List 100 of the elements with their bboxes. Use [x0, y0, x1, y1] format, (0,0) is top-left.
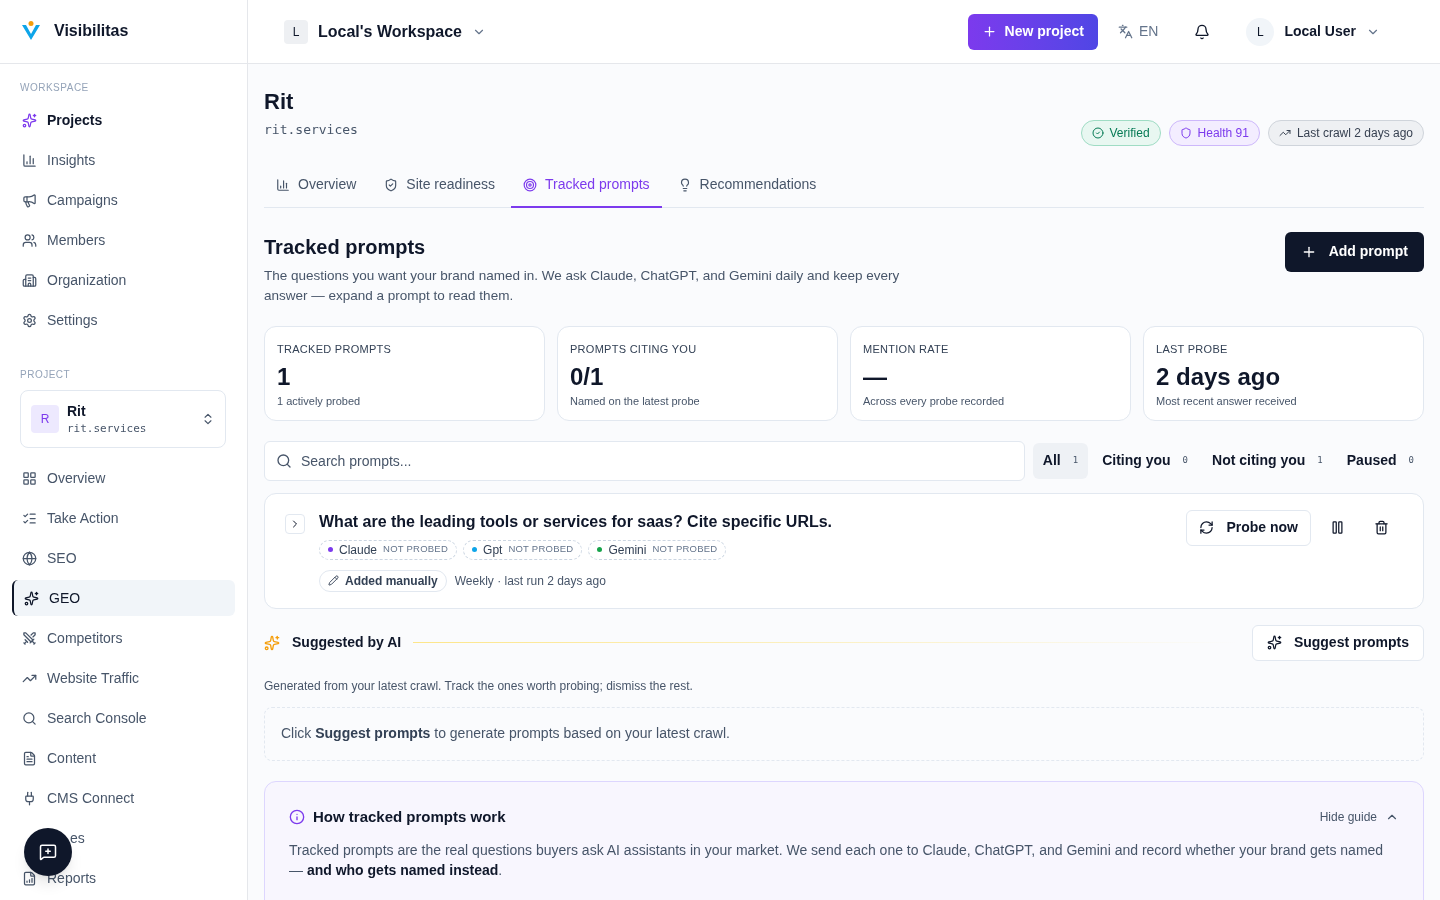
language-button[interactable]: EN — [1117, 21, 1159, 42]
grid-icon — [22, 470, 37, 486]
expand-button[interactable] — [285, 513, 305, 534]
building-icon — [22, 273, 37, 288]
brand-name: Visibilitas — [54, 21, 129, 42]
sparkles-icon — [22, 113, 37, 128]
sidebar-item[interactable]: CMS Connect — [12, 780, 235, 816]
sidebar-item[interactable]: Settings — [12, 302, 235, 339]
check-circle-icon — [1091, 126, 1104, 139]
probe-now-button[interactable]: Probe now — [1186, 509, 1311, 546]
trash-icon — [1373, 520, 1389, 535]
refresh-icon — [1199, 520, 1215, 535]
tab[interactable]: Overview — [264, 163, 369, 208]
project-name: Rit — [67, 401, 87, 421]
section-description: The questions you want your brand named in. We ask Claude, ChatGPT, and Gemini daily and keep every answer — expand a prompt to read them. — [264, 266, 901, 305]
stat-note: Named on the latest probe — [570, 394, 701, 409]
sidebar-item[interactable]: Competitors — [12, 620, 235, 656]
new-project-button[interactable]: New project — [967, 13, 1098, 50]
filter-tab[interactable]: Not citing you 1 — [1202, 442, 1333, 479]
tab[interactable]: Tracked prompts — [511, 163, 662, 208]
schedule-text: Weekly · last run 2 days ago — [454, 572, 606, 590]
add-prompt-button[interactable]: Add prompt — [1284, 231, 1424, 272]
project-avatar: R — [31, 404, 59, 433]
filter-count: 0 — [1408, 453, 1414, 467]
plus-icon — [981, 24, 997, 39]
stat-label: TRACKED PROMPTS — [277, 341, 393, 357]
sidebar-item[interactable]: Insights — [12, 142, 235, 179]
bar-chart-icon — [276, 177, 290, 192]
sidebar-item[interactable]: Organization — [12, 262, 235, 299]
sidebar-item[interactable]: Overview — [12, 460, 235, 496]
bar-chart-icon — [22, 153, 37, 168]
guide-title: How tracked prompts work — [313, 806, 507, 827]
workspace-avatar: L — [284, 19, 308, 44]
globe-icon — [22, 550, 37, 566]
sparkles-icon — [264, 634, 280, 651]
sidebar-item[interactable]: Take Action — [12, 500, 235, 536]
sidebar-item[interactable]: Search Console — [12, 700, 235, 736]
sparkles-icon — [24, 590, 39, 606]
search-icon — [22, 710, 37, 726]
status-badge: Verified — [1080, 119, 1161, 146]
suggested-note: Generated from your latest crawl. Track the ones worth probing; dismiss the rest. — [264, 677, 694, 695]
report-icon — [22, 870, 37, 886]
tab[interactable]: Site readiness — [372, 163, 508, 208]
search-icon — [276, 452, 292, 469]
shield-icon — [384, 177, 399, 192]
stat-note: Across every probe recorded — [863, 394, 1006, 409]
section-label: PROJECT — [19, 367, 72, 382]
swords-icon — [22, 630, 37, 646]
sidebar-item[interactable]: Projects — [12, 102, 235, 139]
workspace-switcher[interactable]: L Local's Workspace — [284, 19, 486, 44]
shield-icon — [1179, 126, 1192, 139]
stat-value: 0/1 — [570, 362, 605, 392]
search-field[interactable]: Search prompts... — [264, 440, 1025, 481]
chat-plus-icon — [39, 843, 57, 861]
project-domain: rit.services — [264, 121, 358, 139]
stat-label: PROMPTS CITING YOU — [570, 341, 698, 357]
filter-count: 0 — [1182, 453, 1188, 467]
filter-tab[interactable]: Citing you 0 — [1092, 442, 1198, 479]
project-title: Rit — [264, 88, 295, 116]
target-icon — [523, 177, 538, 192]
section-label: WORKSPACE — [19, 80, 90, 95]
sidebar-item[interactable]: Website Traffic — [12, 660, 235, 696]
sidebar-item[interactable]: SEO — [12, 540, 235, 576]
pencil-icon — [328, 575, 339, 586]
sidebar-item[interactable]: Campaigns — [12, 182, 235, 219]
megaphone-icon — [22, 193, 37, 208]
document-icon — [22, 750, 37, 766]
filter-tab[interactable]: All 1 — [1032, 442, 1089, 479]
hide-guide-button[interactable]: Hide guide — [1319, 807, 1399, 826]
prompt-question: What are the leading tools or services for saas? Cite specific URLs. — [319, 511, 834, 532]
info-icon — [289, 808, 305, 825]
project-switcher[interactable]: R Rit rit.services — [20, 389, 226, 448]
user-avatar: L — [1246, 17, 1275, 46]
filter-count: 1 — [1072, 453, 1079, 467]
translate-icon — [1117, 24, 1133, 39]
guide-text: Tracked prompts are the real questions buyers ask AI assistants in your market. We send each one to Claude, ChatGPT, and Gemini and record whether your brand gets named — and who gets named instead. — [289, 841, 1385, 880]
pause-icon — [1329, 520, 1345, 535]
sidebar-item[interactable]: Content — [12, 740, 235, 776]
status-badge: Last crawl 2 days ago — [1267, 119, 1424, 146]
plug-icon — [22, 790, 37, 806]
suggest-prompts-button[interactable]: Suggest prompts — [1251, 624, 1424, 661]
tab[interactable]: Recommendations — [665, 163, 829, 208]
stat-note: Most recent answer received — [1156, 394, 1298, 409]
filter-tab[interactable]: Paused 0 — [1336, 442, 1424, 479]
sparkles-icon — [1266, 635, 1282, 650]
suggested-title: Suggested by AI — [292, 633, 402, 652]
notifications-icon[interactable] — [1194, 23, 1211, 40]
sidebar-item[interactable]: GEO — [12, 580, 235, 616]
stat-value: 1 — [277, 362, 292, 392]
sidebar-item[interactable]: es — [12, 820, 235, 856]
stat-note: 1 actively probed — [277, 394, 362, 409]
checklist-icon — [22, 510, 37, 526]
settings-icon — [22, 313, 37, 328]
stat-value: 2 days ago — [1156, 362, 1282, 392]
project-domain: rit.services — [67, 420, 148, 437]
sidebar-item[interactable]: Members — [12, 222, 235, 259]
user-menu[interactable]: L Local User — [1246, 17, 1380, 46]
section-title: Tracked prompts — [264, 234, 427, 260]
stat-value: — — [863, 362, 888, 392]
users-icon — [22, 233, 37, 248]
